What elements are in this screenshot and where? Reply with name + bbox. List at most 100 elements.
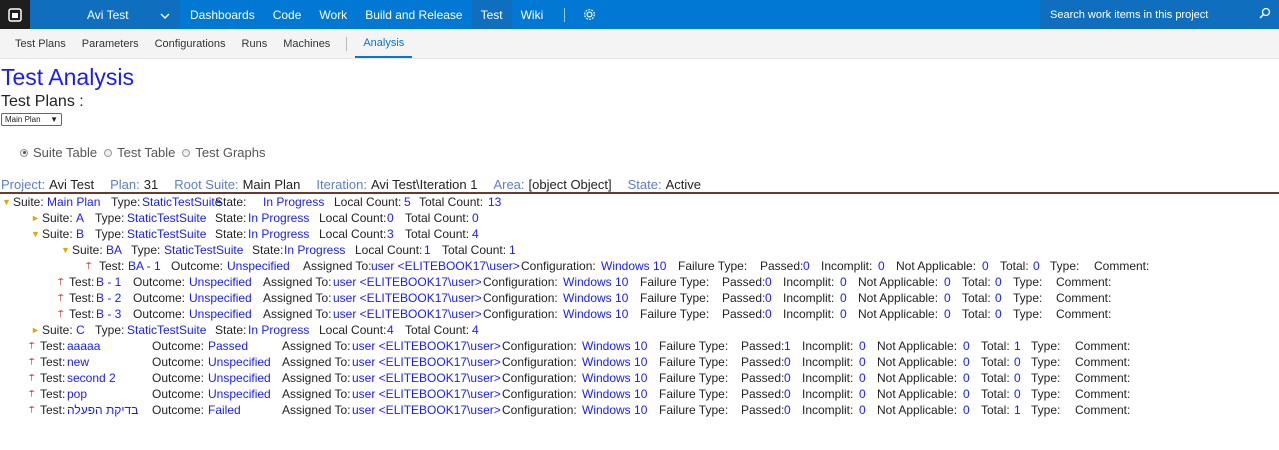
nav-build-release[interactable]: Build and Release xyxy=(356,0,471,29)
tab-configurations[interactable]: Configurations xyxy=(147,29,234,58)
tab-test-plans[interactable]: Test Plans xyxy=(0,29,74,58)
nav-dashboards[interactable]: Dashboards xyxy=(181,0,264,29)
type-label: Type: xyxy=(131,243,161,257)
total-count: 4 xyxy=(472,323,479,337)
assigned-to: user <ELITEBOOK17\user> xyxy=(352,371,501,385)
test-row[interactable]: ⍑ Test: pop Outcome: Unspecified Assigned To:… xyxy=(0,386,1279,402)
test-name[interactable]: בדיקת הפעלה xyxy=(67,402,138,418)
suite-state: In Progress xyxy=(263,195,325,209)
suite-name[interactable]: C xyxy=(76,322,85,338)
expand-toggle-icon[interactable]: ▼ xyxy=(2,194,11,210)
total-count: 0 xyxy=(1014,387,1021,401)
suite-name[interactable]: BA xyxy=(106,242,122,258)
nav-code[interactable]: Code xyxy=(264,0,311,29)
gear-icon[interactable] xyxy=(577,8,602,21)
test-row[interactable]: ⍑ Test: B - 3 Outcome: Unspecified Assigned T… xyxy=(0,306,1279,322)
not-applicable-count: 0 xyxy=(963,355,970,369)
test-case-icon: ⍑ xyxy=(29,341,35,351)
radio-suite-table[interactable]: Suite Table xyxy=(20,145,97,160)
test-name[interactable]: B - 2 xyxy=(96,290,121,306)
test-name[interactable]: BA - 1 xyxy=(128,258,161,274)
area-value: [object Object] xyxy=(528,177,612,192)
assigned-label: Assigned To: xyxy=(282,371,351,385)
expand-toggle-icon[interactable]: ► xyxy=(31,322,40,338)
radio-label: Test Graphs xyxy=(195,145,266,160)
type-label: Type: xyxy=(1050,259,1080,273)
vsts-logo-icon[interactable] xyxy=(0,0,30,29)
search-input[interactable]: Search work items in this project xyxy=(1040,0,1279,29)
test-name[interactable]: B - 1 xyxy=(96,274,121,290)
failure-type-label: Failure Type: xyxy=(678,259,748,273)
type-label: Type: xyxy=(1031,355,1061,369)
nav-test[interactable]: Test xyxy=(471,0,512,29)
comment-label: Comment: xyxy=(1075,387,1131,401)
suite-row[interactable]: ▼ Suite: B Type: StaticTestSuite State: In Pro… xyxy=(0,226,1279,242)
expand-toggle-icon[interactable]: ▼ xyxy=(31,226,40,242)
total-count-label: Total Count: xyxy=(405,323,470,337)
total-count: 0 xyxy=(1014,371,1021,385)
plan-select[interactable]: Main Plan ▼ xyxy=(1,113,62,126)
test-row[interactable]: ⍑ Test: B - 1 Outcome: Unspecified Assigned T… xyxy=(0,274,1279,290)
suite-name[interactable]: B xyxy=(76,226,84,242)
local-count-label: Local Count: xyxy=(319,211,387,225)
comment-label: Comment: xyxy=(1056,307,1112,321)
radio-test-table[interactable]: Test Table xyxy=(104,145,175,160)
test-name[interactable]: new xyxy=(67,354,89,370)
not-applicable-label: Not Applicable: xyxy=(877,387,958,401)
nav-wiki[interactable]: Wiki xyxy=(512,0,553,29)
tab-analysis[interactable]: Analysis xyxy=(355,29,413,58)
radio-checked-icon[interactable] xyxy=(20,148,28,157)
test-outcome: Unspecified xyxy=(208,355,271,369)
radio-unchecked-icon[interactable] xyxy=(104,148,113,157)
test-name[interactable]: aaaaa xyxy=(67,338,100,354)
suite-row[interactable]: ► Suite: A Type: StaticTestSuite State: In Pro… xyxy=(0,210,1279,226)
state-label: State: xyxy=(252,243,284,257)
nav-work[interactable]: Work xyxy=(310,0,356,29)
test-name[interactable]: B - 3 xyxy=(96,306,121,322)
total-count: 1 xyxy=(1014,339,1021,353)
suite-row[interactable]: ▼ Suite: Main Plan Type: StaticTestSuite Stat… xyxy=(0,194,1279,210)
comment-label: Comment: xyxy=(1056,275,1112,289)
test-label: Test: xyxy=(69,307,95,321)
passed-count: 0 xyxy=(784,371,791,385)
suite-label: Suite: xyxy=(42,227,73,241)
test-row[interactable]: ⍑ Test: new Outcome: Unspecified Assigned To:… xyxy=(0,354,1279,370)
test-row[interactable]: ⍑ Test: aaaaa Outcome: Passed Assigned To: use… xyxy=(0,338,1279,354)
assigned-to: user <ELITEBOOK17\user> xyxy=(333,275,482,289)
test-name[interactable]: pop xyxy=(67,386,87,402)
total-count: 0 xyxy=(472,211,479,225)
test-outcome: Passed xyxy=(208,339,249,353)
search-icon[interactable] xyxy=(1259,7,1271,22)
suite-row[interactable]: ▼ Suite: BA Type: StaticTestSuite State: In Pr… xyxy=(0,242,1279,258)
tab-parameters[interactable]: Parameters xyxy=(74,29,147,58)
test-name[interactable]: second 2 xyxy=(67,370,116,386)
test-row[interactable]: ⍑ Test: BA - 1 Outcome: Unspecified Assigned … xyxy=(0,258,1279,274)
search-placeholder: Search work items in this project xyxy=(1050,8,1209,21)
expand-toggle-icon[interactable]: ► xyxy=(31,210,40,226)
test-row[interactable]: ⍑ Test: second 2 Outcome: Unspecified Assigne… xyxy=(0,370,1279,386)
assigned-label: Assigned To: xyxy=(263,275,332,289)
not-applicable-count: 0 xyxy=(944,307,951,321)
incomplit-label: Incomplit: xyxy=(802,387,854,401)
test-case-icon: ⍑ xyxy=(58,309,64,319)
outcome-label: Outcome: xyxy=(171,259,224,273)
test-row[interactable]: ⍑ Test: B - 2 Outcome: Unspecified Assigned T… xyxy=(0,290,1279,306)
radio-test-graphs[interactable]: Test Graphs xyxy=(182,145,265,160)
expand-toggle-icon[interactable]: ▼ xyxy=(61,242,70,258)
test-case-icon: ⍑ xyxy=(29,373,35,383)
project-selector[interactable]: Avi Test xyxy=(30,0,180,29)
test-outcome: Unspecified xyxy=(189,275,252,289)
test-row[interactable]: ⍑ Test: בדיקת הפעלה Outcome: Failed Assigned … xyxy=(0,402,1279,418)
radio-unchecked-icon[interactable] xyxy=(182,148,191,157)
suite-name[interactable]: A xyxy=(76,210,84,226)
tab-machines[interactable]: Machines xyxy=(275,29,338,58)
passed-label: Passed: xyxy=(741,339,785,353)
suite-name[interactable]: Main Plan xyxy=(47,194,100,210)
not-applicable-label: Not Applicable: xyxy=(858,307,939,321)
passed-label: Passed: xyxy=(722,275,766,289)
suite-row[interactable]: ► Suite: C Type: StaticTestSuite State: In Pro… xyxy=(0,322,1279,338)
comment-label: Comment: xyxy=(1075,371,1131,385)
incomplit-label: Incomplit: xyxy=(783,275,835,289)
assigned-label: Assigned To: xyxy=(282,355,351,369)
tab-runs[interactable]: Runs xyxy=(234,29,276,58)
